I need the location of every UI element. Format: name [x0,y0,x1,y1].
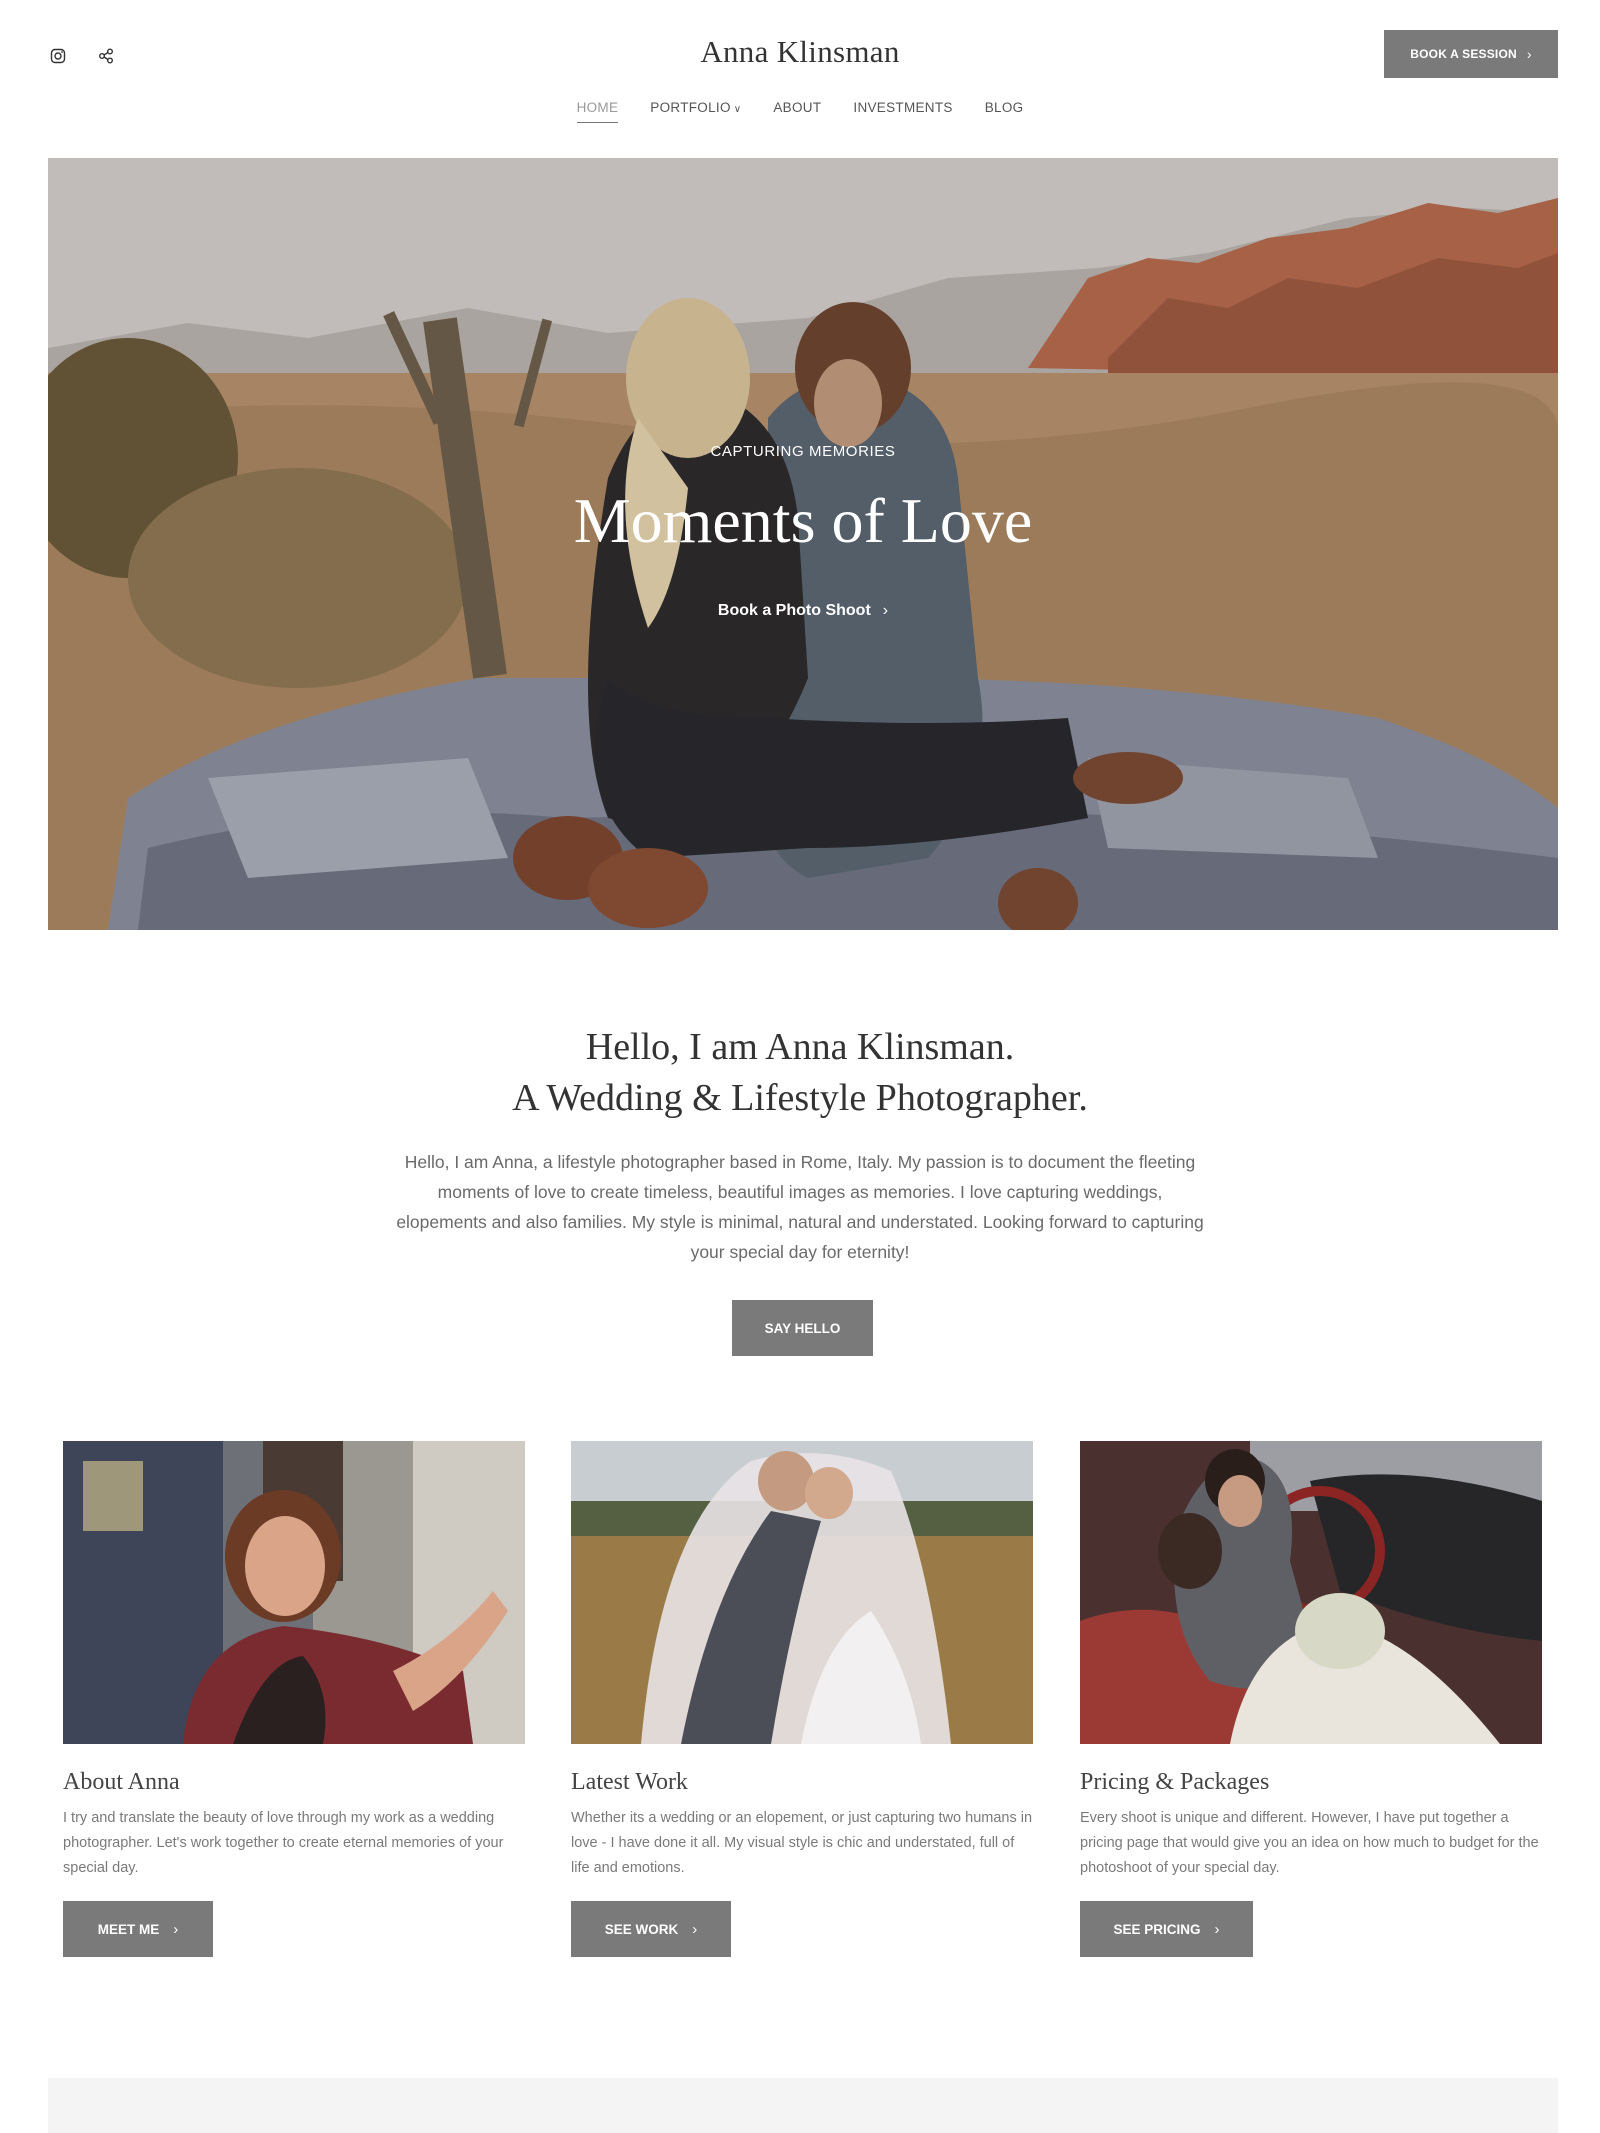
nav-item-about[interactable]: ABOUT [773,100,821,123]
see-work-button[interactable]: SEE WORK › [571,1901,731,1957]
card-latest-work-title: Latest Work [571,1769,688,1795]
card-pricing-text: Every shoot is unique and different. How… [1080,1810,1539,1876]
intro-heading: Hello, I am Anna Klinsman. A Wedding & L… [0,1022,1600,1124]
card-pricing-photo [1080,1441,1542,1744]
footer-section [48,2078,1558,2133]
couple-in-car-photo [1080,1441,1542,1744]
nav-item-investments[interactable]: INVESTMENTS [853,100,952,123]
chevron-right-icon: › [692,1920,698,1938]
wedding-veil-photo [571,1441,1033,1744]
book-session-label: BOOK A SESSION [1410,47,1517,61]
see-pricing-button[interactable]: SEE PRICING › [1080,1901,1253,1957]
hero-banner: CAPTURING MEMORIES Moments of Love Book … [48,158,1558,930]
hero-cta-link[interactable]: Book a Photo Shoot › [48,602,1558,620]
card-about-text: I try and translate the beauty of love t… [63,1810,504,1876]
site-logo[interactable]: Anna Klinsman [0,34,1600,70]
intro-paragraph: Hello, I am Anna, a lifestyle photograph… [396,1152,1204,1262]
chevron-right-icon: › [1526,46,1532,62]
see-work-label: SEE WORK [604,1921,679,1937]
nav-item-portfolio[interactable]: PORTFOLIO ∨ [650,100,741,123]
meet-me-button[interactable]: MEET ME › [63,1901,213,1957]
meet-me-label: MEET ME [97,1921,160,1937]
chevron-right-icon: › [173,1920,179,1938]
card-about: About Anna I try and translate the beaut… [63,1441,525,1957]
chevron-right-icon: › [882,602,889,619]
chevron-down-icon: ∨ [733,104,742,115]
card-pricing-title: Pricing & Packages [1080,1769,1270,1795]
nav-item-home[interactable]: HOME [576,100,619,123]
hero-cta-label: Book a Photo Shoot [717,602,871,619]
card-about-photo [63,1441,525,1744]
see-pricing-label: SEE PRICING [1113,1921,1201,1937]
chevron-right-icon: › [1214,1920,1220,1938]
site-header: Anna Klinsman BOOK A SESSION › HOME PORT… [0,0,1600,150]
card-latest-work: Latest Work Whether its a wedding or an … [571,1441,1033,1957]
say-hello-button[interactable]: SAY HELLO [732,1300,873,1356]
card-latest-work-text: Whether its a wedding or an elopement, o… [571,1810,1033,1876]
card-pricing: Pricing & Packages Every shoot is unique… [1080,1441,1542,1957]
nav-item-blog[interactable]: BLOG [985,100,1024,123]
intro-heading-line2: A Wedding & Lifestyle Photographer. [512,1077,1088,1119]
book-session-button[interactable]: BOOK A SESSION › [1384,30,1558,78]
intro-heading-line1: Hello, I am Anna Klinsman. [585,1026,1015,1068]
card-about-title: About Anna [63,1769,180,1795]
portrait-photo [63,1441,525,1744]
nav-item-portfolio-label: PORTFOLIO [650,100,731,115]
main-nav: HOME PORTFOLIO ∨ ABOUT INVESTMENTS BLOG [0,100,1600,123]
hero-kicker: CAPTURING MEMORIES [710,443,896,460]
hero-title: Moments of Love [573,485,1033,556]
card-latest-work-photo [571,1441,1033,1744]
